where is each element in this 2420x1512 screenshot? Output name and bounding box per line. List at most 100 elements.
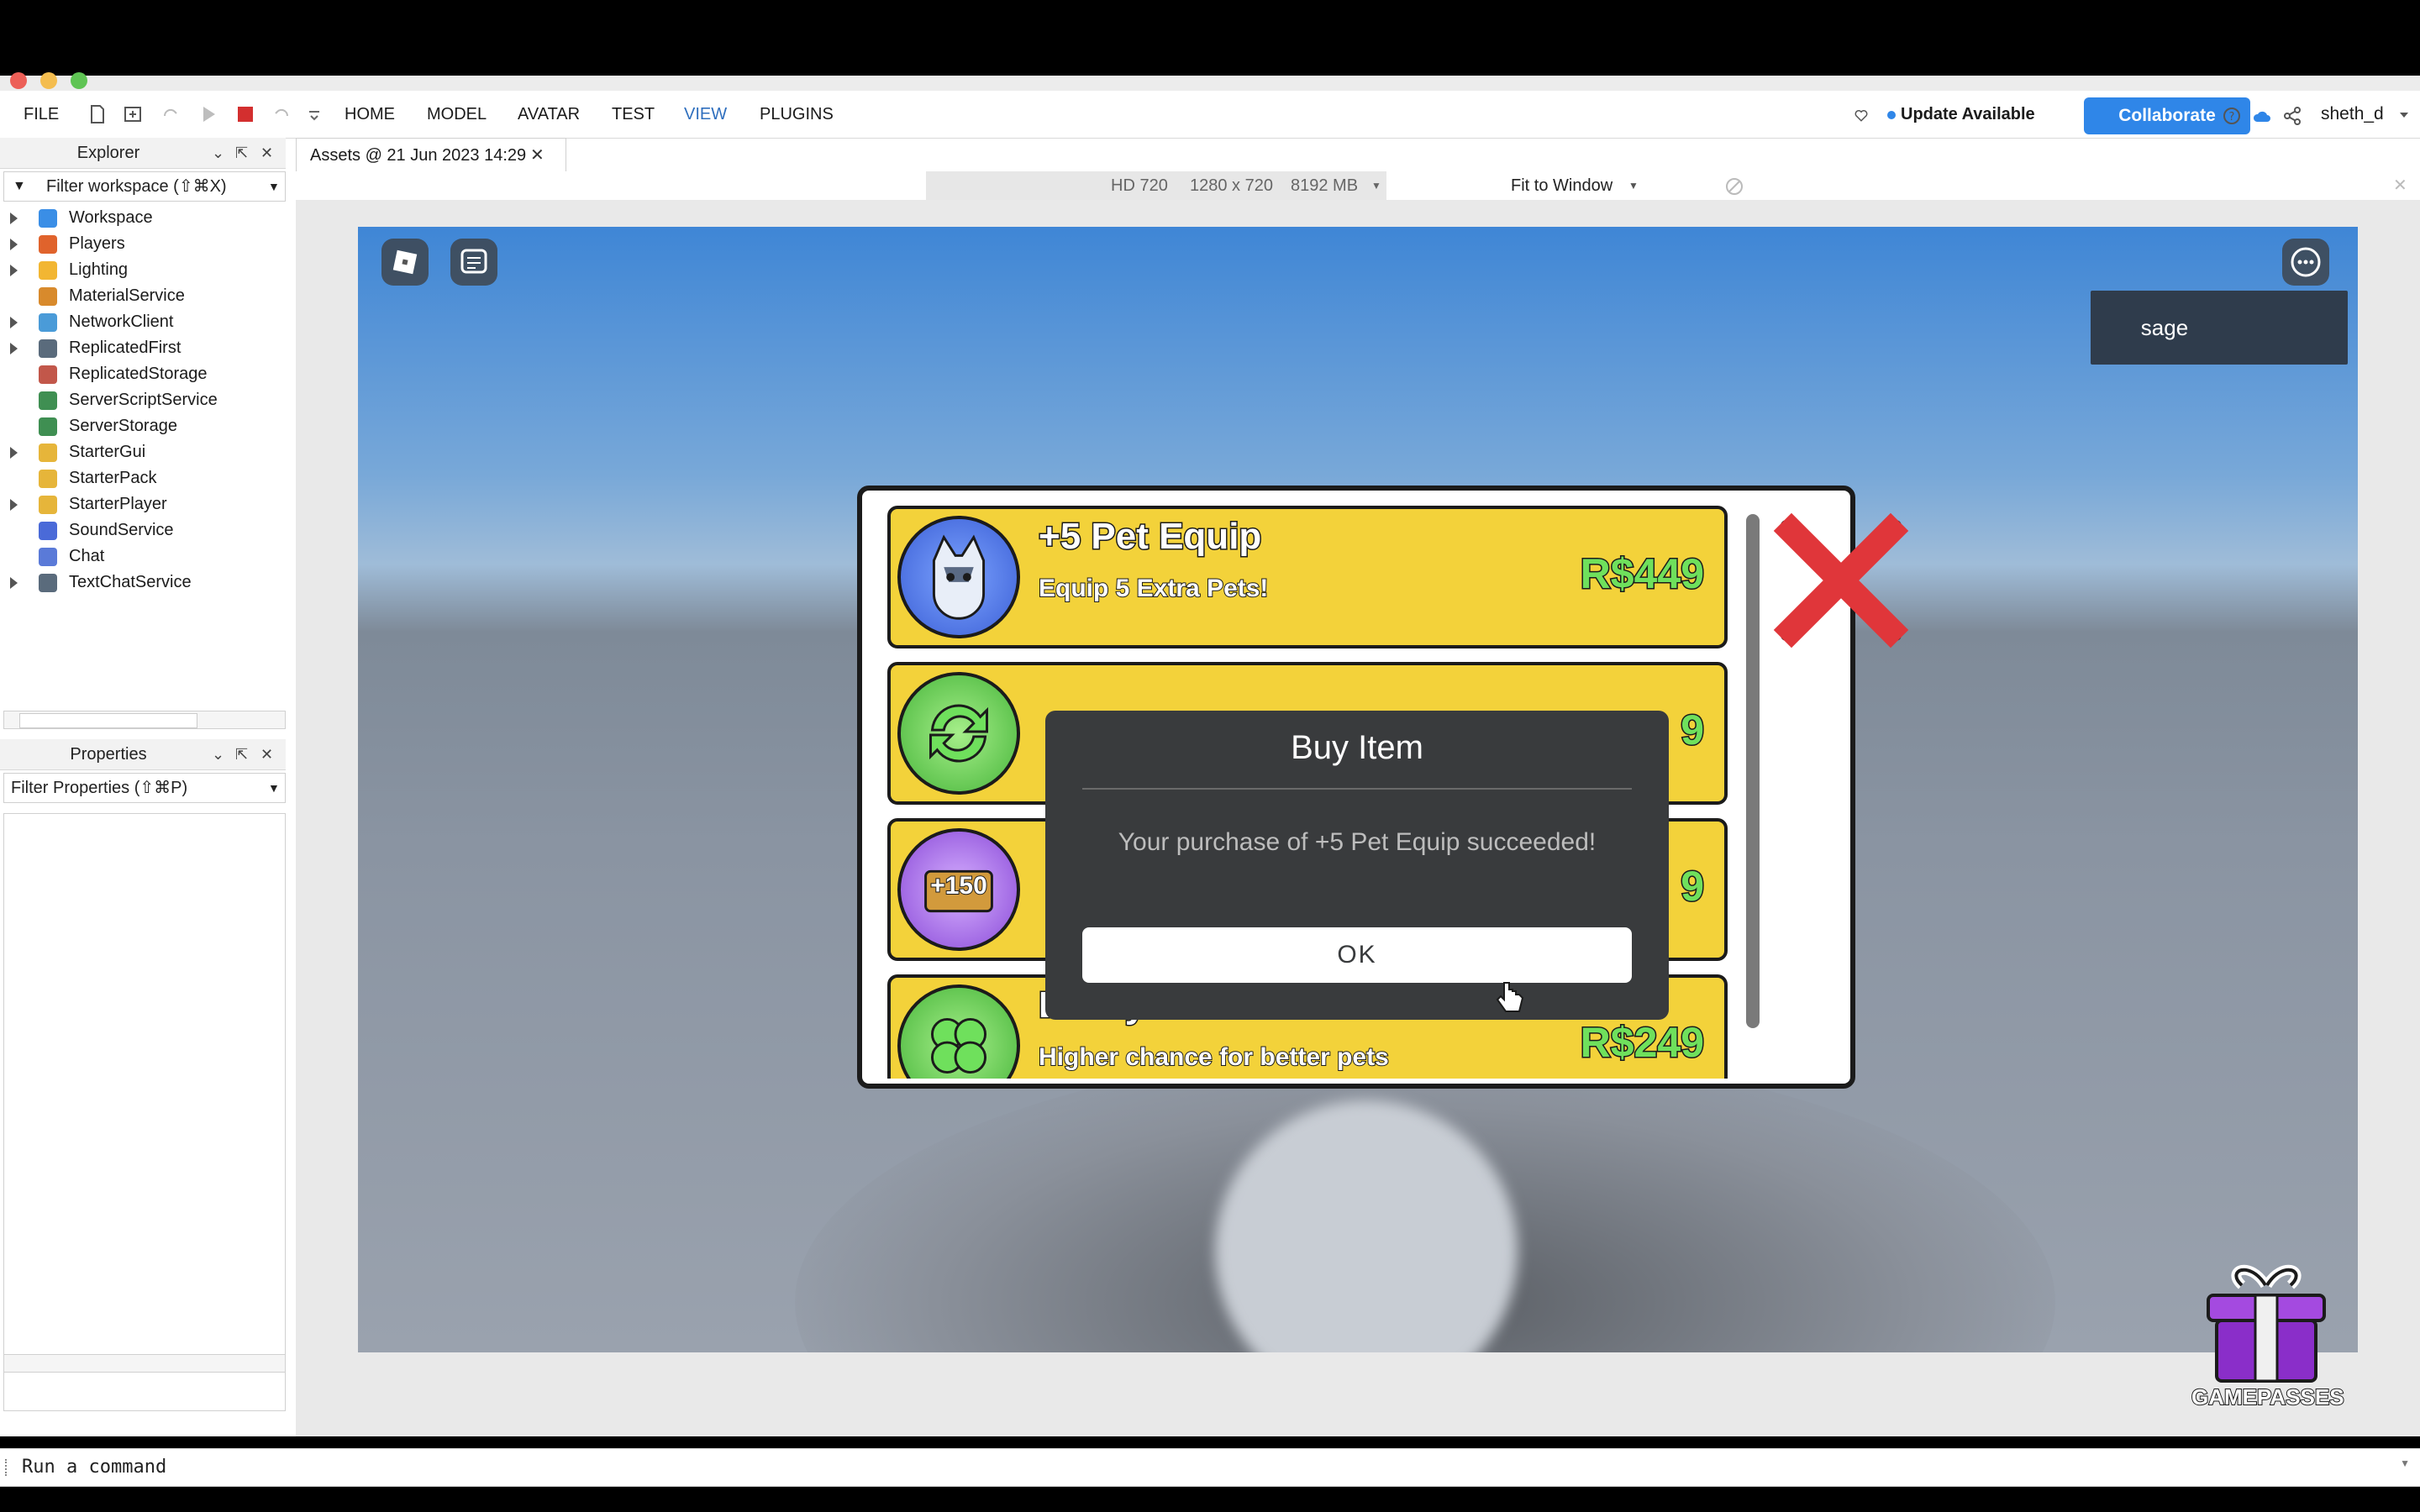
gamepasses-button[interactable]: GAMEPASSES — [2191, 1260, 2345, 1411]
chat-toggle-button[interactable] — [450, 239, 497, 286]
tree-item-starterpack[interactable]: StarterPack — [0, 465, 286, 491]
customize-toolbar-icon[interactable] — [304, 104, 324, 124]
tree-item-chat[interactable]: Chat — [0, 543, 286, 570]
ok-button[interactable]: OK — [1082, 927, 1632, 983]
play-icon[interactable] — [198, 104, 218, 124]
command-bar[interactable]: Run a command ▼ — [0, 1448, 2420, 1487]
tab-home[interactable]: HOME — [345, 91, 395, 138]
properties-filter-placeholder: Filter Properties (⇧⌘P) — [11, 779, 188, 797]
tab-view[interactable]: VIEW — [684, 91, 727, 138]
command-bar-input[interactable]: Run a command — [22, 1449, 166, 1486]
explorer-scroll-thumb[interactable] — [19, 713, 197, 728]
hand-cursor-icon — [1496, 982, 1524, 1012]
explorer-filter-input[interactable]: ▼ Filter workspace (⇧⌘X) ▼ — [3, 171, 286, 202]
tree-item-serverscriptservice[interactable]: ServerScriptService — [0, 387, 286, 413]
gamepasses-label: GAMEPASSES — [2191, 1383, 2345, 1410]
explorer-scrollbar[interactable] — [3, 711, 286, 729]
expand-arrow-icon[interactable] — [10, 499, 18, 511]
expand-arrow-icon[interactable] — [10, 447, 18, 459]
gift-icon — [2207, 1264, 2326, 1383]
shop-scrollbar[interactable] — [1746, 514, 1760, 1028]
explorer-close-icon[interactable]: ✕ — [260, 144, 273, 161]
clover-icon — [897, 984, 1020, 1079]
expand-arrow-icon[interactable] — [10, 239, 18, 250]
more-options-button[interactable] — [2282, 239, 2329, 286]
shop-item-subtitle: Equip 5 Extra Pets! — [1038, 574, 1269, 603]
studio-window: FILE HOME MODEL AVATAR TEST VIEW PLUGINS… — [0, 72, 2420, 1487]
shop-item-pet-equip[interactable]: +5 Pet Equip Equip 5 Extra Pets! R$449 — [887, 506, 1728, 648]
undo-icon[interactable] — [272, 104, 292, 124]
expand-arrow-icon[interactable] — [10, 213, 18, 224]
orientation-icon[interactable] — [1724, 176, 1744, 197]
tab-avatar[interactable]: AVATAR — [518, 91, 580, 138]
properties-collapse-icon[interactable]: ⌄ — [212, 746, 224, 763]
tree-item-label: StarterGui — [69, 443, 146, 461]
close-shop-icon[interactable] — [1761, 501, 1921, 660]
properties-filter-input[interactable]: Filter Properties (⇧⌘P) ▼ — [3, 773, 286, 803]
expand-arrow-icon[interactable] — [10, 343, 18, 354]
heart-icon[interactable] — [1854, 108, 1869, 123]
update-available-button[interactable]: Update Available — [1901, 91, 2035, 138]
tree-item-textchatservice[interactable]: TextChatService — [0, 570, 286, 596]
properties-scrollbar[interactable] — [3, 1354, 286, 1373]
expand-arrow-icon[interactable] — [10, 265, 18, 276]
device-selector[interactable]: HD 720 1280 x 720 8192 MB ▼ — [926, 171, 1386, 200]
tree-item-label: SoundService — [69, 521, 174, 539]
tree-item-replicatedstorage[interactable]: ReplicatedStorage — [0, 361, 286, 387]
explorer-undock-icon[interactable]: ⇱ — [235, 144, 248, 161]
explorer-title: Explorer — [76, 144, 140, 162]
fit-dropdown-icon[interactable]: ▼ — [1628, 171, 1639, 200]
explorer-collapse-icon[interactable]: ⌄ — [212, 144, 224, 161]
tree-item-replicatedfirst[interactable]: ReplicatedFirst — [0, 335, 286, 361]
tab-test[interactable]: TEST — [612, 91, 655, 138]
ribbon-menu-bar: FILE HOME MODEL AVATAR TEST VIEW PLUGINS… — [0, 91, 2420, 139]
filter-icon: ▼ — [13, 179, 26, 193]
server-storage-icon — [39, 417, 57, 436]
menu-file[interactable]: FILE — [24, 91, 59, 138]
maximize-window-button[interactable] — [71, 72, 87, 89]
user-menu-chevron-icon[interactable] — [2398, 109, 2410, 121]
filter-dropdown-icon[interactable]: ▼ — [268, 172, 280, 201]
shop-item-subtitle: Higher chance for better pets — [1038, 1042, 1390, 1072]
roblox-menu-button[interactable] — [381, 239, 429, 286]
tree-item-workspace[interactable]: Workspace — [0, 205, 286, 231]
tree-item-starterplayer[interactable]: StarterPlayer — [0, 491, 286, 517]
share-icon[interactable] — [2282, 106, 2302, 126]
tab-plugins[interactable]: PLUGINS — [760, 91, 834, 138]
tree-item-materialservice[interactable]: MaterialService — [0, 283, 286, 309]
open-file-icon[interactable] — [123, 104, 143, 124]
stop-icon[interactable] — [235, 104, 255, 124]
tree-item-lighting[interactable]: Lighting — [0, 257, 286, 283]
new-file-icon[interactable] — [87, 104, 108, 124]
tab-model[interactable]: MODEL — [427, 91, 487, 138]
expand-arrow-icon[interactable] — [10, 317, 18, 328]
tree-item-serverstorage[interactable]: ServerStorage — [0, 413, 286, 439]
tree-item-label: Workspace — [69, 208, 153, 227]
properties-close-icon[interactable]: ✕ — [260, 746, 273, 763]
chat-bubble-icon — [460, 249, 487, 274]
minimize-window-button[interactable] — [40, 72, 57, 89]
redo-icon[interactable] — [160, 104, 180, 124]
properties-undock-icon[interactable]: ⇱ — [235, 746, 248, 763]
properties-filter-dropdown-icon[interactable]: ▼ — [268, 774, 280, 802]
expand-arrow-icon[interactable] — [10, 577, 18, 589]
network-icon — [39, 313, 57, 332]
tree-item-label: MaterialService — [69, 286, 185, 305]
command-dropdown-icon[interactable]: ▼ — [2400, 1457, 2410, 1469]
help-icon[interactable]: ? — [2222, 106, 2242, 126]
tree-item-soundservice[interactable]: SoundService — [0, 517, 286, 543]
tab-close-icon[interactable]: ✕ — [530, 139, 544, 172]
fit-to-window-select[interactable]: Fit to Window — [1511, 171, 1612, 200]
refresh-arrows-icon — [897, 672, 1020, 795]
cloud-icon[interactable] — [2252, 106, 2272, 126]
close-emulator-icon[interactable]: ✕ — [2393, 175, 2407, 196]
tree-item-startergui[interactable]: StarterGui — [0, 439, 286, 465]
tab-assets[interactable]: Assets @ 21 Jun 2023 14:29 ✕ — [296, 138, 566, 172]
tree-item-players[interactable]: Players — [0, 231, 286, 257]
close-window-button[interactable] — [10, 72, 27, 89]
tree-item-label: ReplicatedFirst — [69, 339, 182, 357]
user-menu[interactable]: sheth_d — [2321, 91, 2384, 138]
device-dropdown-icon[interactable]: ▼ — [1371, 171, 1381, 200]
tree-item-networkclient[interactable]: NetworkClient — [0, 309, 286, 335]
sage-label-box[interactable]: sage — [2091, 291, 2348, 365]
